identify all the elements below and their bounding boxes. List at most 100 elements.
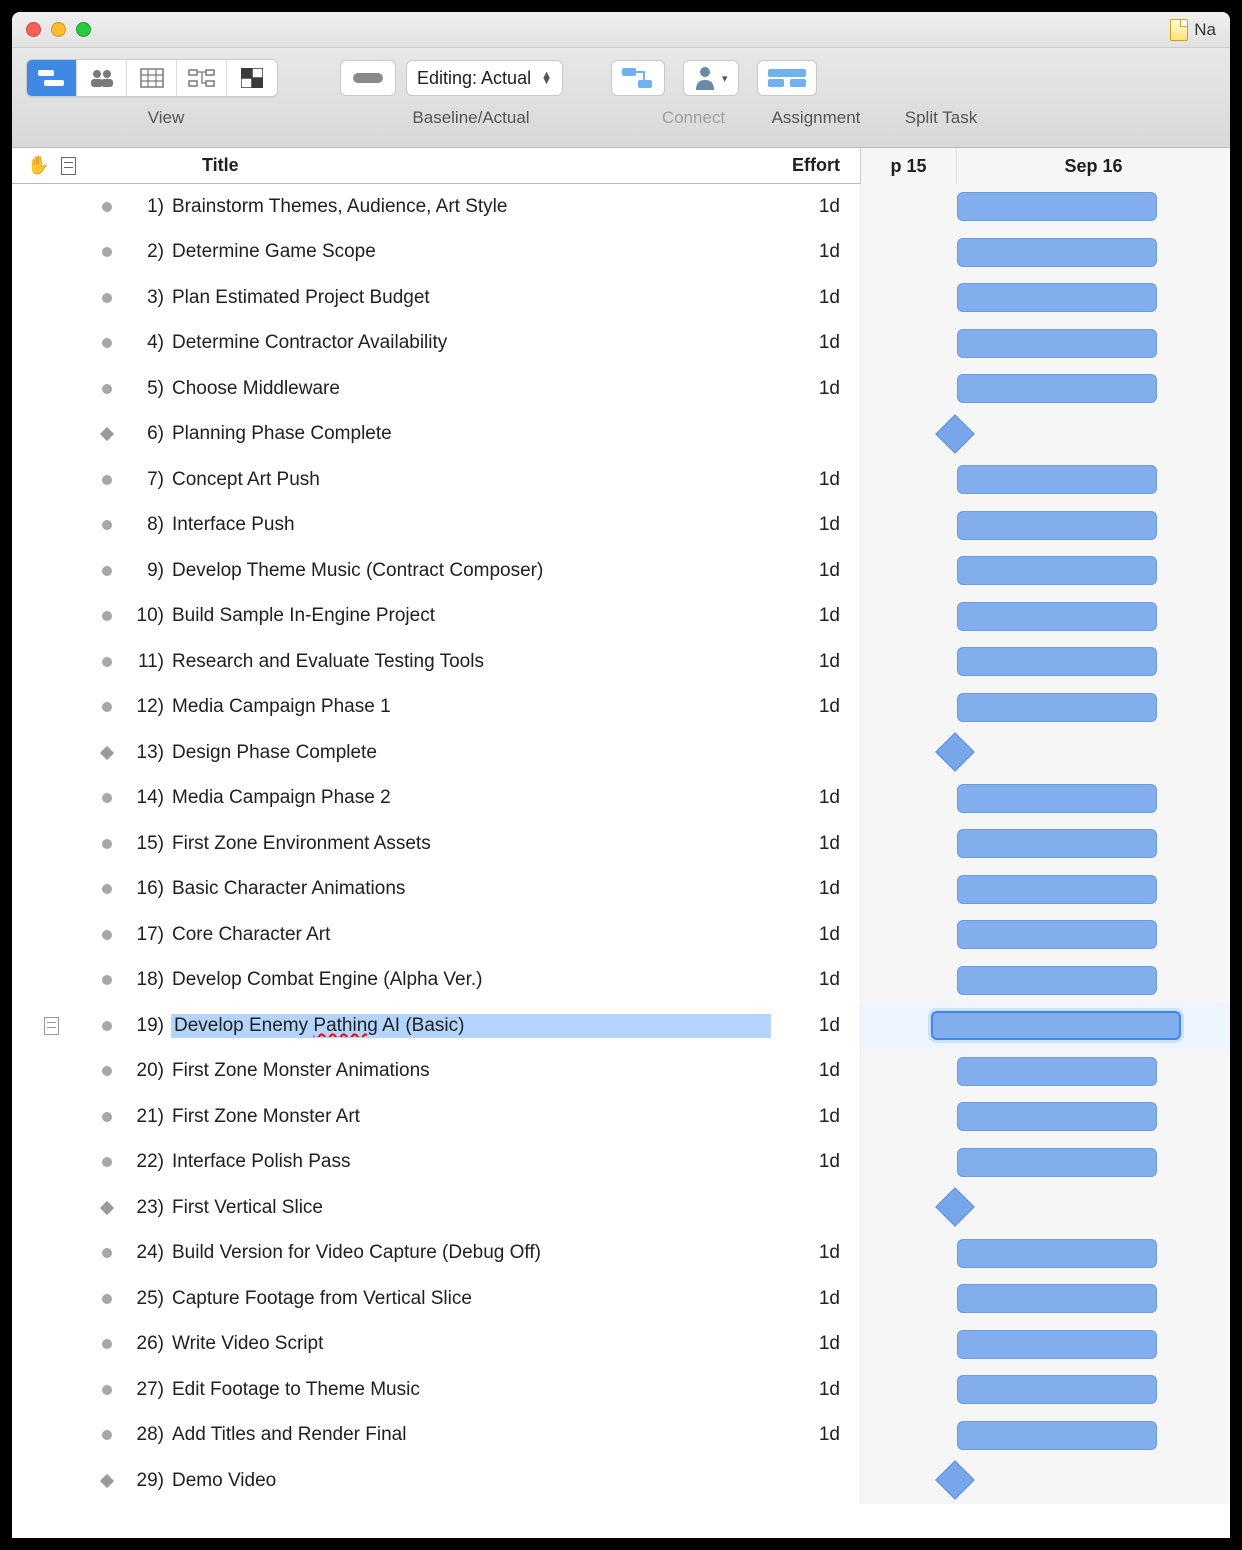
baseline-toggle-button[interactable] <box>340 60 396 96</box>
split-task-button[interactable] <box>757 60 817 96</box>
gantt-cell[interactable] <box>860 1003 1230 1049</box>
task-effort[interactable]: 1d <box>770 696 860 718</box>
note-icon[interactable] <box>44 1017 59 1035</box>
gantt-bar[interactable] <box>957 693 1157 722</box>
task-effort[interactable]: 1d <box>770 241 860 263</box>
task-title[interactable]: First Zone Environment Assets <box>172 833 770 855</box>
task-effort[interactable]: 1d <box>770 514 860 536</box>
gantt-bar[interactable] <box>957 192 1157 221</box>
gantt-cell[interactable] <box>860 730 1230 776</box>
gantt-bar[interactable] <box>957 283 1157 312</box>
gantt-milestone[interactable] <box>935 414 975 454</box>
gantt-bar[interactable] <box>931 1011 1181 1040</box>
gantt-cell[interactable] <box>860 184 1230 230</box>
gantt-cell[interactable] <box>860 1458 1230 1504</box>
task-effort[interactable]: 1d <box>770 1379 860 1401</box>
window-close-button[interactable] <box>26 22 41 37</box>
gantt-cell[interactable] <box>860 1140 1230 1186</box>
gantt-bar[interactable] <box>957 920 1157 949</box>
task-effort[interactable]: 1d <box>770 924 860 946</box>
task-effort[interactable]: 1d <box>770 605 860 627</box>
task-effort[interactable]: 1d <box>770 1288 860 1310</box>
task-title[interactable]: Determine Game Scope <box>172 241 770 263</box>
task-row[interactable]: 22)Interface Polish Pass1d <box>12 1140 1230 1186</box>
connect-button[interactable] <box>611 60 665 96</box>
task-row[interactable]: 15)First Zone Environment Assets1d <box>12 821 1230 867</box>
task-row[interactable]: 14)Media Campaign Phase 21d <box>12 776 1230 822</box>
task-row[interactable]: 13)Design Phase Complete <box>12 730 1230 776</box>
task-title[interactable]: Develop Theme Music (Contract Composer) <box>172 560 770 582</box>
gantt-cell[interactable] <box>860 412 1230 458</box>
task-title[interactable]: Interface Push <box>172 514 770 536</box>
task-row[interactable]: 28)Add Titles and Render Final1d <box>12 1413 1230 1459</box>
task-effort[interactable]: 1d <box>770 1424 860 1446</box>
task-list[interactable]: 1)Brainstorm Themes, Audience, Art Style… <box>12 184 1230 1538</box>
task-row[interactable]: 17)Core Character Art1d <box>12 912 1230 958</box>
gantt-cell[interactable] <box>860 457 1230 503</box>
task-title[interactable]: First Zone Monster Art <box>172 1106 770 1128</box>
task-title[interactable]: Research and Evaluate Testing Tools <box>172 651 770 673</box>
gantt-cell[interactable] <box>860 821 1230 867</box>
task-title[interactable]: Write Video Script <box>172 1333 770 1355</box>
task-title[interactable]: Core Character Art <box>172 924 770 946</box>
task-title[interactable]: Basic Character Animations <box>172 878 770 900</box>
gantt-cell[interactable] <box>860 639 1230 685</box>
task-row[interactable]: 9)Develop Theme Music (Contract Composer… <box>12 548 1230 594</box>
gantt-bar[interactable] <box>957 602 1157 631</box>
task-row[interactable]: 26)Write Video Script1d <box>12 1322 1230 1368</box>
task-row[interactable]: 24)Build Version for Video Capture (Debu… <box>12 1231 1230 1277</box>
task-row[interactable]: 21)First Zone Monster Art1d <box>12 1094 1230 1140</box>
task-title[interactable]: Build Version for Video Capture (Debug O… <box>172 1242 770 1264</box>
gantt-bar[interactable] <box>957 556 1157 585</box>
task-row[interactable]: 7)Concept Art Push1d <box>12 457 1230 503</box>
gantt-bar[interactable] <box>957 784 1157 813</box>
task-effort[interactable]: 1d <box>770 878 860 900</box>
task-title[interactable]: Interface Polish Pass <box>172 1151 770 1173</box>
gantt-cell[interactable] <box>860 1231 1230 1277</box>
task-row[interactable]: 29)Demo Video <box>12 1458 1230 1504</box>
task-title-input[interactable]: Develop Enemy Pathing AI (Basic) <box>172 1015 770 1037</box>
gantt-cell[interactable] <box>860 366 1230 412</box>
task-title[interactable]: Demo Video <box>172 1470 770 1492</box>
task-title[interactable]: Concept Art Push <box>172 469 770 491</box>
gantt-milestone[interactable] <box>935 1187 975 1227</box>
gantt-bar[interactable] <box>957 1421 1157 1450</box>
gantt-cell[interactable] <box>860 1094 1230 1140</box>
gantt-cell[interactable] <box>860 867 1230 913</box>
task-row[interactable]: 11)Research and Evaluate Testing Tools1d <box>12 639 1230 685</box>
task-row[interactable]: 5)Choose Middleware1d <box>12 366 1230 412</box>
task-row[interactable]: 27)Edit Footage to Theme Music1d <box>12 1367 1230 1413</box>
gantt-cell[interactable] <box>860 594 1230 640</box>
task-effort[interactable]: 1d <box>770 969 860 991</box>
task-effort[interactable]: 1d <box>770 469 860 491</box>
task-effort[interactable]: 1d <box>770 787 860 809</box>
gantt-milestone[interactable] <box>935 732 975 772</box>
gantt-cell[interactable] <box>860 685 1230 731</box>
task-row[interactable]: 4)Determine Contractor Availability1d <box>12 321 1230 367</box>
gantt-cell[interactable] <box>860 776 1230 822</box>
task-row[interactable]: 20)First Zone Monster Animations1d <box>12 1049 1230 1095</box>
task-row[interactable]: 8)Interface Push1d <box>12 503 1230 549</box>
task-title[interactable]: Media Campaign Phase 2 <box>172 787 770 809</box>
gantt-milestone[interactable] <box>935 1460 975 1500</box>
task-effort[interactable]: 1d <box>770 1106 860 1128</box>
task-row[interactable]: 25)Capture Footage from Vertical Slice1d <box>12 1276 1230 1322</box>
gantt-cell[interactable] <box>860 1276 1230 1322</box>
gantt-cell[interactable] <box>860 1413 1230 1459</box>
gantt-cell[interactable] <box>860 1367 1230 1413</box>
task-title[interactable]: Determine Contractor Availability <box>172 332 770 354</box>
task-row[interactable]: 6)Planning Phase Complete <box>12 412 1230 458</box>
view-network-button[interactable] <box>177 60 227 96</box>
task-title[interactable]: First Zone Monster Animations <box>172 1060 770 1082</box>
gantt-bar[interactable] <box>957 1375 1157 1404</box>
task-row[interactable]: 19)Develop Enemy Pathing AI (Basic)1d <box>12 1003 1230 1049</box>
task-effort[interactable]: 1d <box>770 1060 860 1082</box>
gantt-cell[interactable] <box>860 503 1230 549</box>
gantt-bar[interactable] <box>957 966 1157 995</box>
gantt-cell[interactable] <box>860 230 1230 276</box>
gantt-cell[interactable] <box>860 958 1230 1004</box>
gantt-bar[interactable] <box>957 511 1157 540</box>
task-effort[interactable]: 1d <box>770 378 860 400</box>
task-row[interactable]: 18)Develop Combat Engine (Alpha Ver.)1d <box>12 958 1230 1004</box>
gantt-bar[interactable] <box>957 1239 1157 1268</box>
